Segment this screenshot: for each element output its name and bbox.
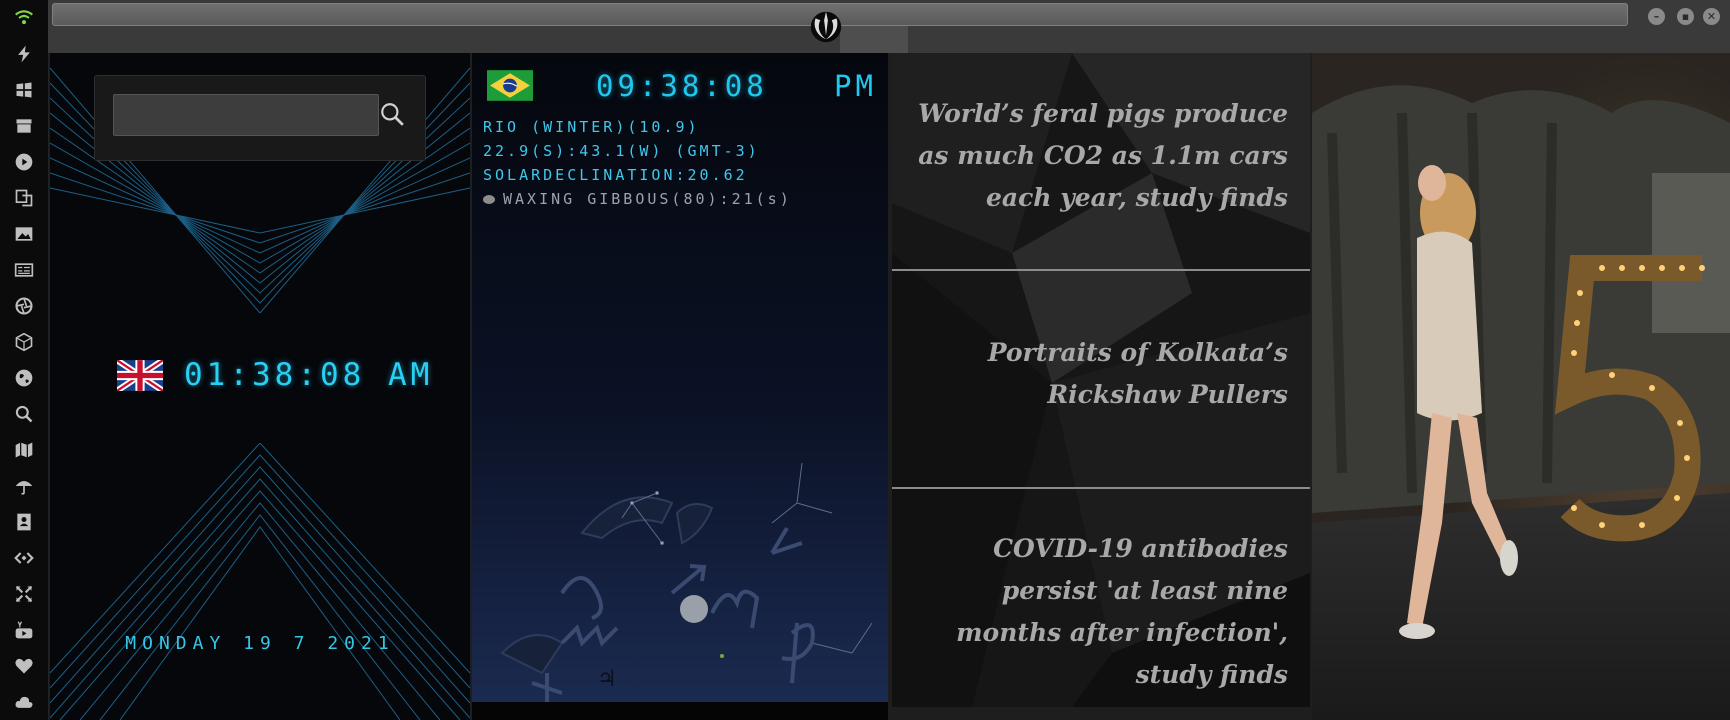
news-item-2[interactable]: Portraits of Kolkata’s Rickshaw Pullers [906, 332, 1288, 416]
search-input[interactable] [113, 94, 379, 136]
zodiac-background-art: ♃ [500, 462, 873, 702]
search-icon [381, 103, 404, 126]
news-item-3[interactable]: COVID-19 antibodies persist 'at least ni… [906, 528, 1288, 696]
search-button[interactable] [377, 98, 407, 130]
moon-phase-line: WAXING GIBBOUS(80):21(s) [483, 190, 792, 208]
rio-season-line: RIO (WINTER)(10.9) [483, 118, 700, 136]
lightning-icon[interactable] [12, 42, 36, 66]
aperture-icon[interactable] [12, 294, 36, 318]
uk-time: 01:38:08 AM [184, 357, 434, 393]
minimize-button[interactable]: – [1648, 8, 1665, 25]
solar-declination-line: SOLARDECLINATION:20.62 [483, 166, 748, 184]
umbrella-icon[interactable] [12, 474, 36, 498]
rio-coordinates-line: 22.9(S):43.1(W) (GMT-3) [483, 142, 760, 160]
cube-icon[interactable] [12, 330, 36, 354]
moon-phase-text: WAXING GIBBOUS(80):21(s) [503, 190, 792, 208]
heart-icon[interactable] [12, 654, 36, 678]
translate-icon[interactable] [12, 186, 36, 210]
rio-clock-panel: 09:38:08 PM RIO (WINTER)(10.9) 22.9(S):4… [472, 53, 888, 702]
youtube-icon[interactable] [12, 618, 36, 642]
news-divider [892, 269, 1310, 271]
contacts-icon[interactable] [12, 510, 36, 534]
chevron-up-pattern [50, 443, 470, 720]
uk-flag-icon [117, 360, 163, 391]
svg-text:♃: ♃ [597, 667, 617, 692]
archive-icon[interactable] [12, 114, 36, 138]
wifi-icon[interactable] [12, 6, 36, 30]
cloud-icon[interactable] [12, 690, 36, 714]
date-label: MONDAY 19 7 2021 [125, 633, 395, 654]
image-icon[interactable] [12, 222, 36, 246]
play-icon[interactable] [12, 150, 36, 174]
logo-tab[interactable] [840, 26, 908, 53]
world-clock-panel: 01:38:08 AM MONDAY 19 7 2021 [50, 53, 470, 720]
title-bar [48, 0, 1730, 53]
maximize-button[interactable]: ▪ [1677, 8, 1694, 25]
search-icon[interactable] [12, 402, 36, 426]
featured-photo[interactable] [1312, 53, 1730, 720]
windows-icon[interactable] [12, 78, 36, 102]
map-icon[interactable] [12, 438, 36, 462]
rebel-alliance-logo [810, 11, 842, 43]
photo-image [1312, 53, 1730, 720]
news-divider [892, 487, 1310, 489]
app-sidebar [0, 0, 49, 720]
globe-icon[interactable] [12, 366, 36, 390]
expand-icon[interactable] [12, 582, 36, 606]
sky-panel-footer [472, 702, 888, 720]
search-box [94, 75, 426, 161]
rio-time: 09:38:08 [596, 69, 768, 103]
newspaper-icon[interactable] [12, 258, 36, 282]
rio-ampm: PM [834, 69, 877, 103]
close-button[interactable]: ✕ [1703, 8, 1720, 25]
brazil-flag-icon [487, 70, 533, 101]
code-icon[interactable] [12, 546, 36, 570]
news-panel: World’s feral pigs produce as much CO2 a… [892, 53, 1310, 707]
news-item-1[interactable]: World’s feral pigs produce as much CO2 a… [906, 93, 1288, 219]
moon-phase-icon [483, 195, 495, 204]
